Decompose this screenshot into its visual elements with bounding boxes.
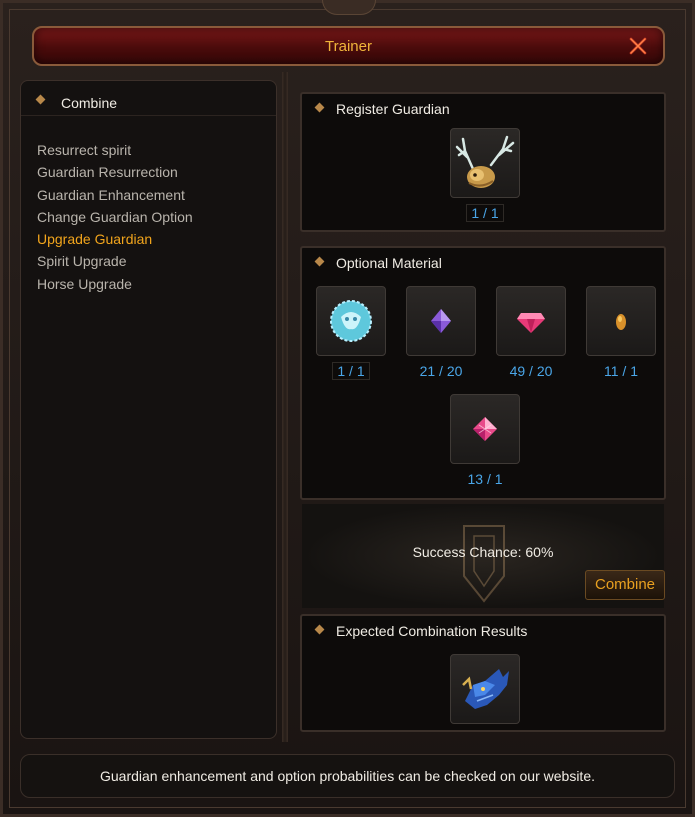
material-count-4: 11 / 1 bbox=[604, 363, 638, 379]
pink-gem-icon bbox=[517, 313, 545, 333]
diamond-bullet-icon bbox=[35, 94, 46, 105]
footer-notice: Guardian enhancement and option probabil… bbox=[20, 754, 675, 798]
sidebar-item-guardian-resurrection[interactable]: Guardian Resurrection bbox=[37, 161, 193, 183]
material-slot-4[interactable] bbox=[586, 286, 656, 356]
sidebar-menu: Resurrect spirit Guardian Resurrection G… bbox=[37, 139, 193, 295]
emblem-icon bbox=[463, 525, 505, 603]
diamond-bullet-icon bbox=[314, 102, 325, 113]
sidebar-item-upgrade-guardian[interactable]: Upgrade Guardian bbox=[37, 228, 193, 250]
material-count-5: 13 / 1 bbox=[467, 471, 503, 487]
register-guardian-panel: Register Guardian 1 / 1 bbox=[300, 92, 666, 232]
sidebar-item-resurrect-spirit[interactable]: Resurrect spirit bbox=[37, 139, 193, 161]
purple-gem-icon bbox=[431, 309, 451, 333]
result-slot[interactable] bbox=[450, 654, 520, 724]
blue-orb-icon bbox=[330, 300, 372, 342]
material-slot-3[interactable] bbox=[496, 286, 566, 356]
register-guardian-title: Register Guardian bbox=[336, 101, 450, 117]
sidebar-item-horse-upgrade[interactable]: Horse Upgrade bbox=[37, 273, 193, 295]
panel-divider bbox=[282, 72, 288, 742]
sidebar: Combine Resurrect spirit Guardian Resurr… bbox=[20, 80, 277, 739]
antler-guardian-icon bbox=[455, 135, 515, 188]
sidebar-title: Combine bbox=[61, 95, 118, 111]
sidebar-item-change-guardian-option[interactable]: Change Guardian Option bbox=[37, 206, 193, 228]
pink-crystal-icon bbox=[473, 417, 497, 441]
material-slot-5[interactable] bbox=[450, 394, 520, 464]
footer-text: Guardian enhancement and option probabil… bbox=[100, 768, 595, 784]
blue-dragon-guardian-icon bbox=[462, 669, 509, 709]
material-slot-1[interactable] bbox=[316, 286, 386, 356]
material-count-1: 1 / 1 bbox=[337, 363, 365, 379]
diamond-bullet-icon bbox=[314, 256, 325, 267]
register-guardian-count: 1 / 1 bbox=[471, 205, 499, 221]
expected-results-panel: Expected Combination Results bbox=[300, 614, 666, 732]
close-button[interactable] bbox=[627, 35, 649, 57]
window-title: Trainer bbox=[325, 38, 372, 55]
material-count-2: 21 / 20 bbox=[419, 363, 463, 379]
amber-seed-icon bbox=[616, 314, 626, 330]
diamond-bullet-icon bbox=[314, 624, 325, 635]
success-area: Success Chance: 60% Combine bbox=[302, 504, 665, 608]
sidebar-item-spirit-upgrade[interactable]: Spirit Upgrade bbox=[37, 250, 193, 272]
register-guardian-slot[interactable] bbox=[450, 128, 520, 198]
expected-results-title: Expected Combination Results bbox=[336, 623, 528, 639]
success-chance: Success Chance: 60% bbox=[412, 544, 554, 560]
title-bar: Trainer bbox=[32, 26, 665, 66]
optional-material-title: Optional Material bbox=[336, 255, 442, 271]
top-ornament bbox=[322, 0, 376, 15]
material-slot-2[interactable] bbox=[406, 286, 476, 356]
close-icon bbox=[629, 37, 647, 55]
material-count-3: 49 / 20 bbox=[509, 363, 553, 379]
optional-material-panel: Optional Material 1 / 1 21 / 20 49 / 20 bbox=[300, 246, 666, 500]
combine-button[interactable]: Combine bbox=[585, 570, 665, 600]
sidebar-item-guardian-enhancement[interactable]: Guardian Enhancement bbox=[37, 184, 193, 206]
sidebar-header: Combine bbox=[21, 81, 276, 116]
